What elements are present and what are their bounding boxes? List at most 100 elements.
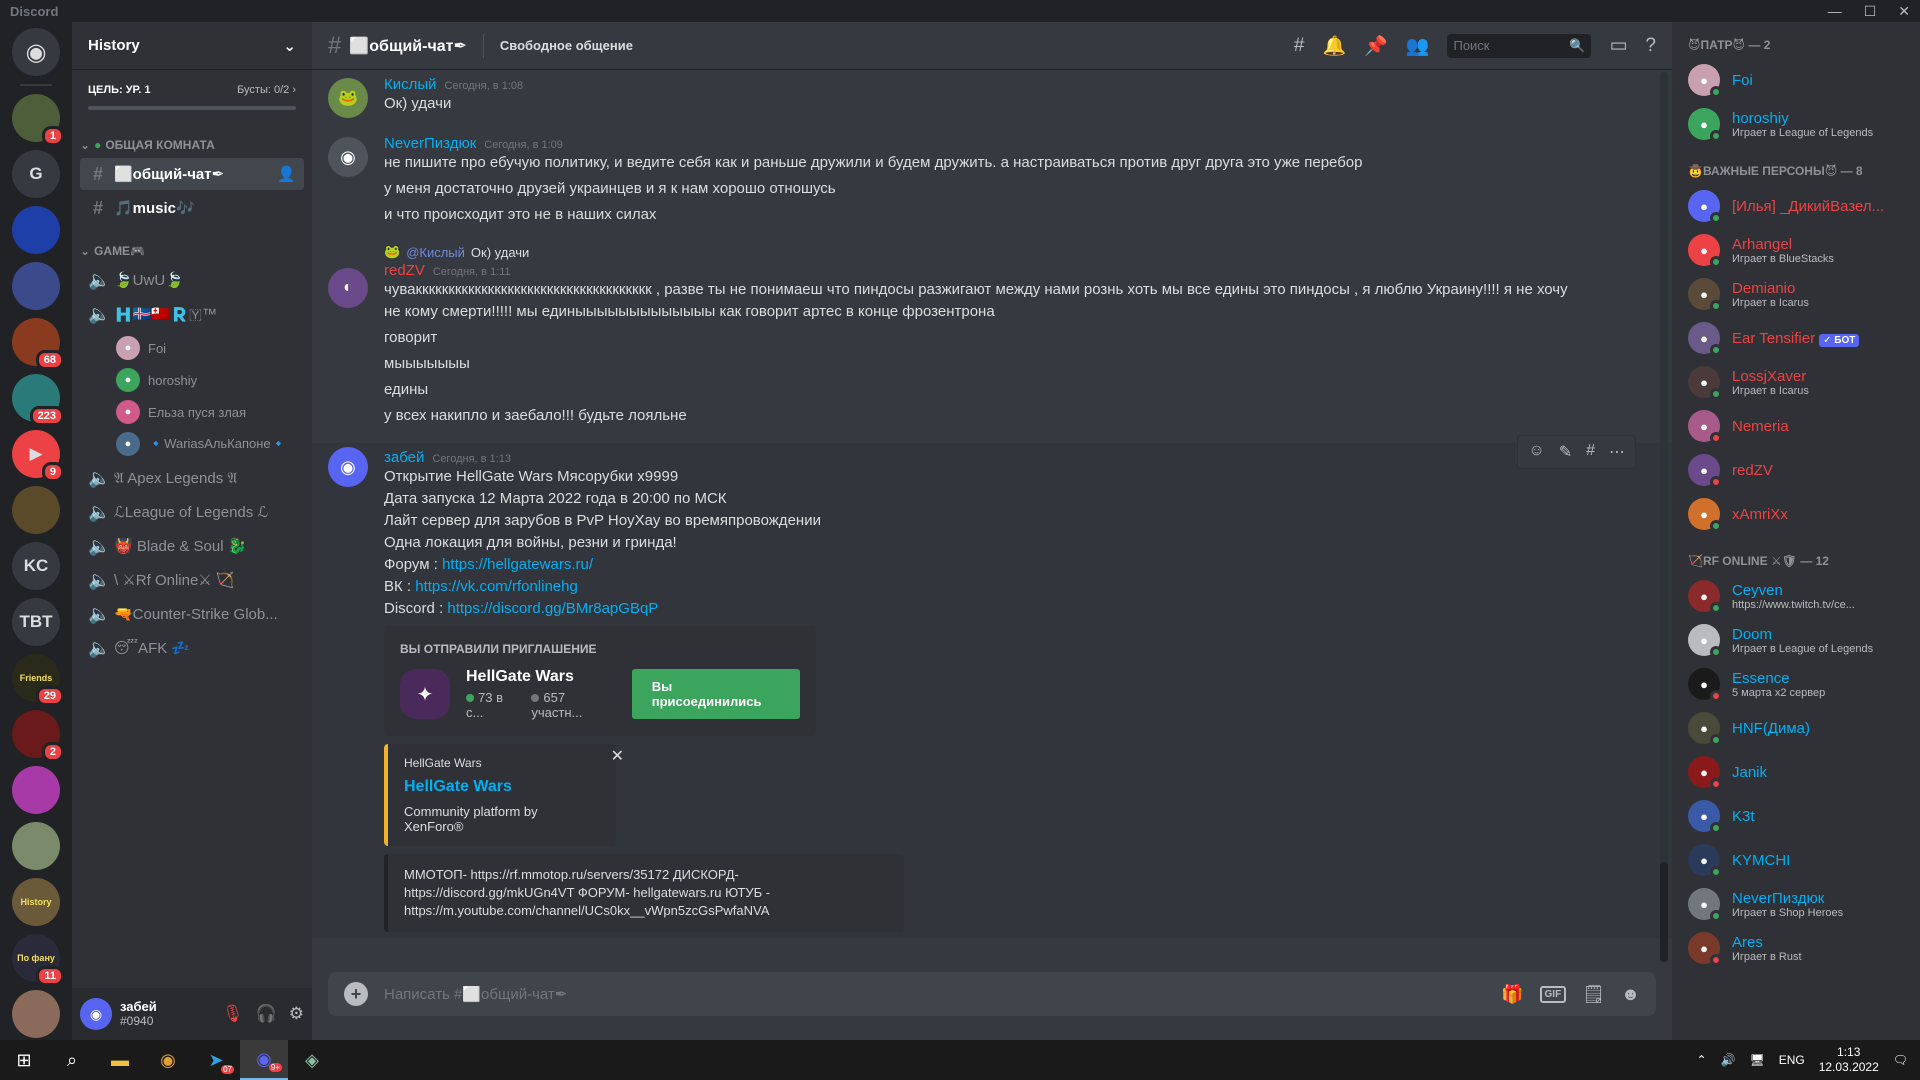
server-icon[interactable]: 1 bbox=[12, 94, 64, 146]
server-icon[interactable]: G bbox=[12, 150, 60, 198]
member-item[interactable]: ● Nemeria bbox=[1688, 404, 1912, 448]
member-item[interactable]: ● Ceyven https://www.twitch.tv/ce... bbox=[1688, 574, 1912, 618]
member-item[interactable]: ● LossjXaver Играет в Icarus bbox=[1688, 360, 1912, 404]
message-author[interactable]: Кислый bbox=[384, 76, 437, 93]
search-input[interactable]: Поиск 🔍 bbox=[1447, 33, 1592, 58]
close-icon[interactable]: ✕ bbox=[611, 746, 624, 766]
voice-user[interactable]: ● 🔹WariasАльКапоне🔹 bbox=[72, 428, 312, 460]
gif-button[interactable]: GIF bbox=[1539, 985, 1567, 1003]
member-item[interactable]: ● Demianio Играет в Icarus bbox=[1688, 272, 1912, 316]
member-item[interactable]: ● Ear Tensifier ✓ БОТ bbox=[1688, 316, 1912, 360]
notifications-icon[interactable]: 🗨 bbox=[1893, 1053, 1908, 1067]
message-author[interactable]: NeverПиздюк bbox=[384, 135, 476, 152]
member-item[interactable]: ● xAmriXx bbox=[1688, 492, 1912, 536]
embed-provider[interactable]: HellGate Wars bbox=[404, 756, 600, 770]
avatar[interactable]: 🐸 bbox=[328, 78, 368, 118]
vk-link[interactable]: https://vk.com/rfonlinehg bbox=[415, 578, 578, 595]
member-item[interactable]: ● NeverПиздюк Играет в Shop Heroes bbox=[1688, 882, 1912, 926]
emoji-icon[interactable]: ☻ bbox=[1621, 984, 1640, 1005]
maximize-icon[interactable]: ☐ bbox=[1864, 3, 1877, 20]
message[interactable]: 🐸 Кислый Сегодня, в 1:08 Ок) удачи bbox=[312, 74, 1672, 118]
server-icon[interactable]: Friends 29 bbox=[12, 654, 64, 706]
server-icon[interactable]: ▶ 9 bbox=[12, 430, 64, 482]
discord-taskbar-icon[interactable]: ◉ 9+ bbox=[240, 1040, 288, 1080]
gift-icon[interactable]: 🎁 bbox=[1501, 984, 1523, 1005]
inbox-icon[interactable]: ▭ bbox=[1609, 34, 1627, 57]
voice-user[interactable]: ● Ельза пуся злая bbox=[72, 396, 312, 428]
server-icon[interactable]: 68 bbox=[12, 318, 64, 370]
reply-reference[interactable]: 🐸 @Кислый Ок) удачи bbox=[384, 244, 1624, 260]
channel-topic[interactable]: Свободное общение bbox=[500, 38, 1286, 53]
voice-channel[interactable]: 🔈 🔫Counter-Strike Glob... bbox=[80, 598, 304, 630]
telegram-icon[interactable]: ➤ 07 bbox=[192, 1040, 240, 1080]
member-item[interactable]: ● K3t bbox=[1688, 794, 1912, 838]
server-icon[interactable]: History bbox=[12, 878, 60, 926]
pin-icon[interactable]: 📌 bbox=[1364, 34, 1388, 58]
server-icon[interactable]: По фану 11 bbox=[12, 934, 64, 986]
server-icon[interactable] bbox=[12, 990, 60, 1038]
channel-music[interactable]: # 🎵music🎶 bbox=[80, 192, 304, 224]
create-thread-icon[interactable]: # bbox=[1586, 442, 1595, 462]
language-indicator[interactable]: ENG bbox=[1779, 1053, 1805, 1067]
server-icon[interactable]: 223 bbox=[12, 374, 64, 426]
mute-mic-icon[interactable]: 🎙 bbox=[222, 1004, 244, 1024]
voice-channel[interactable]: 🔈 𝔄 Apex Legends 𝔄 bbox=[80, 462, 304, 494]
server-icon[interactable] bbox=[12, 262, 60, 310]
server-icon[interactable]: 2 bbox=[12, 710, 64, 762]
member-list-icon[interactable]: 👥 bbox=[1406, 34, 1430, 58]
network-icon[interactable]: 🖥 bbox=[1749, 1053, 1764, 1067]
message[interactable]: ◉ NeverПиздюк Сегодня, в 1:09 не пишите … bbox=[312, 133, 1672, 228]
boost-progress[interactable]: ЦЕЛЬ: УР. 1 Бусты: 0/2 › bbox=[72, 70, 312, 120]
windows-start-icon[interactable]: ⊞ bbox=[0, 1040, 48, 1080]
more-icon[interactable]: ⋯ bbox=[1609, 442, 1625, 462]
reply-mention[interactable]: @Кислый bbox=[406, 245, 465, 260]
message-input[interactable] bbox=[384, 985, 1486, 1003]
bell-icon[interactable]: 🔔 bbox=[1322, 34, 1346, 58]
member-item[interactable]: ● horoshiy Играет в League of Legends bbox=[1688, 102, 1912, 146]
tray-chevron-icon[interactable]: ⌃ bbox=[1696, 1053, 1706, 1067]
category-game[interactable]: ⌄ GAME🎮 bbox=[72, 226, 312, 262]
deafen-icon[interactable]: 🎧 bbox=[256, 1004, 277, 1024]
minimize-icon[interactable]: — bbox=[1828, 3, 1842, 20]
voice-user[interactable]: ● Foi bbox=[72, 332, 312, 364]
server-icon[interactable]: KC bbox=[12, 542, 60, 590]
server-icon[interactable] bbox=[12, 206, 60, 254]
server-icon[interactable]: TBT bbox=[12, 598, 60, 646]
threads-icon[interactable]: # bbox=[1294, 35, 1305, 57]
chat-scrollbar[interactable] bbox=[1660, 72, 1668, 962]
server-icon[interactable] bbox=[12, 486, 60, 534]
avatar[interactable]: ◐ bbox=[328, 268, 368, 308]
clock[interactable]: 1:13 12.03.2022 bbox=[1819, 1045, 1879, 1075]
edit-icon[interactable]: ✎ bbox=[1559, 442, 1572, 462]
user-avatar[interactable]: ◉ bbox=[80, 998, 112, 1030]
member-item[interactable]: ● Ares Играет в Rust bbox=[1688, 926, 1912, 970]
app-icon[interactable]: ◈ bbox=[288, 1040, 336, 1080]
home-button[interactable]: ◉ bbox=[12, 28, 60, 76]
chrome-icon[interactable]: ◉ bbox=[144, 1040, 192, 1080]
member-item[interactable]: ● Janik bbox=[1688, 750, 1912, 794]
chevron-down-icon[interactable]: ⌄ bbox=[283, 37, 296, 55]
member-item[interactable]: ● redZV bbox=[1688, 448, 1912, 492]
volume-icon[interactable]: 🔊 bbox=[1721, 1053, 1736, 1067]
voice-channel[interactable]: 🔈 😴AFK 💤 bbox=[80, 632, 304, 664]
voice-channel[interactable]: 🔈 ℒLeague of Legends ℒ bbox=[80, 496, 304, 528]
settings-gear-icon[interactable]: ⚙ bbox=[289, 1004, 304, 1024]
voice-channel[interactable]: 🔈 \ ⚔Rf Online⚔ 🏹 bbox=[80, 564, 304, 596]
guild-header[interactable]: History ⌄ bbox=[72, 22, 312, 70]
help-icon[interactable]: ? bbox=[1645, 35, 1656, 57]
message-author[interactable]: забей bbox=[384, 449, 424, 466]
member-item[interactable]: ● HNF(Дима) bbox=[1688, 706, 1912, 750]
close-icon[interactable]: ✕ bbox=[1898, 3, 1910, 20]
server-icon[interactable] bbox=[12, 766, 60, 814]
search-icon[interactable]: ⌕ bbox=[48, 1040, 96, 1080]
discord-invite-link[interactable]: https://discord.gg/BMr8apGBqP bbox=[447, 600, 658, 617]
member-item[interactable]: ● Arhangel Играет в BlueStacks bbox=[1688, 228, 1912, 272]
member-item[interactable]: ● Foi bbox=[1688, 58, 1912, 102]
sticker-icon[interactable]: 🗒 bbox=[1582, 984, 1605, 1005]
joined-button[interactable]: Вы присоединились bbox=[631, 669, 800, 719]
category-general[interactable]: ⌄ ● ОБЩАЯ КОМНАТА bbox=[72, 120, 312, 156]
voice-channel-history[interactable]: 🔈 🇭🇮🇸🇹🇴🇷🇾™ bbox=[80, 298, 304, 330]
voice-channel-uwu[interactable]: 🔈 🍃UwU🍃 bbox=[80, 264, 304, 296]
forum-link[interactable]: https://hellgatewars.ru/ bbox=[442, 556, 593, 573]
server-icon[interactable] bbox=[12, 822, 60, 870]
